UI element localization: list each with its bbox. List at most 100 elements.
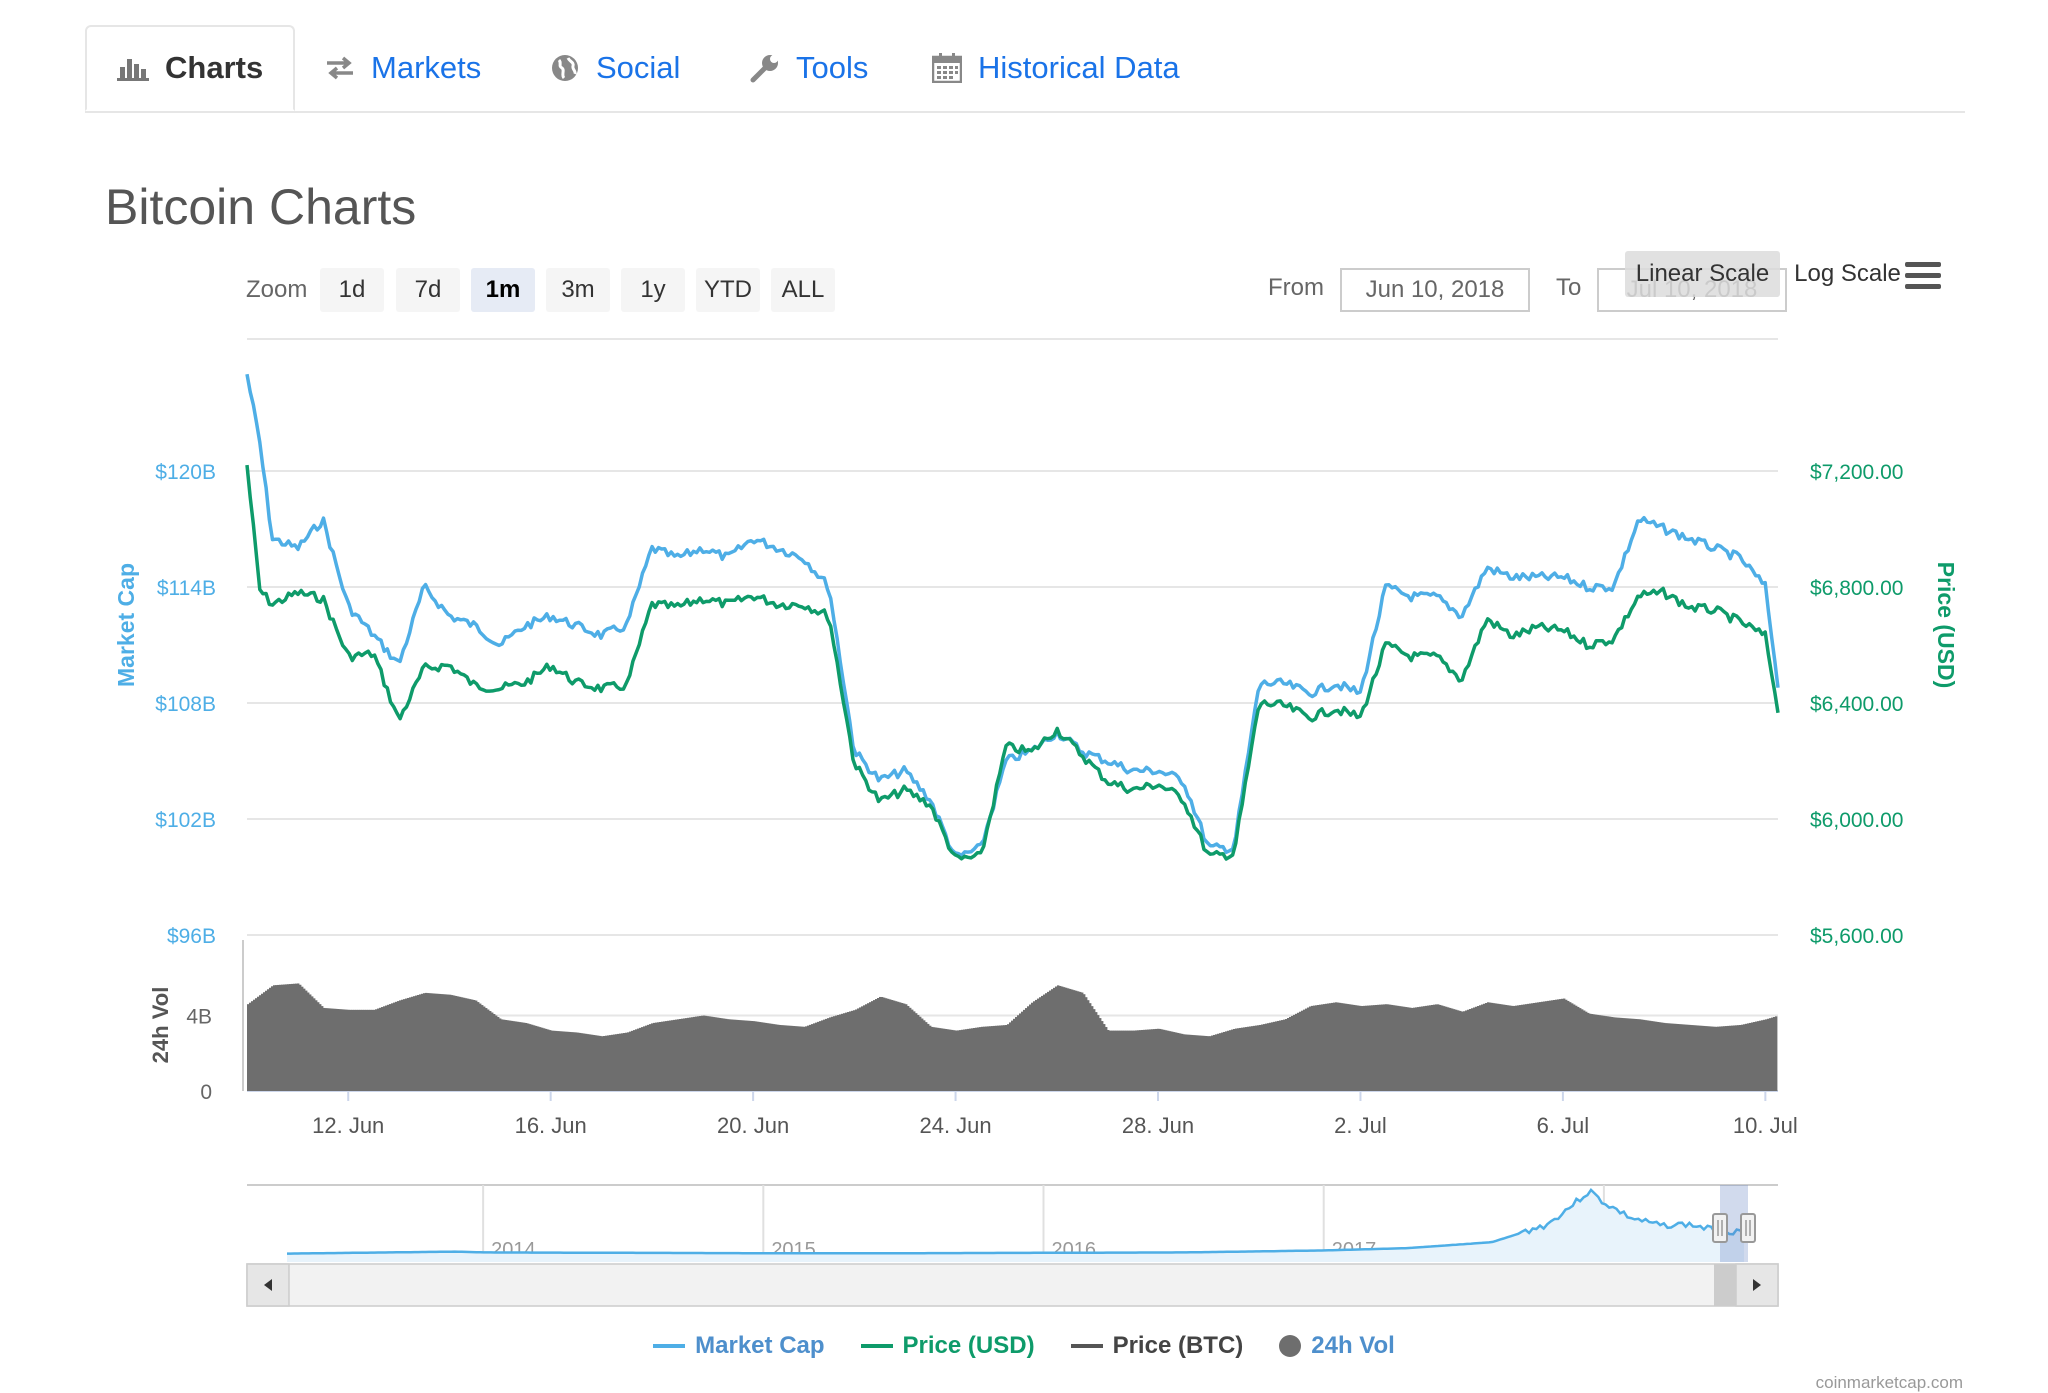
volume-bar bbox=[1101, 1021, 1104, 1091]
volume-bar bbox=[735, 1019, 738, 1091]
volume-bar bbox=[939, 1028, 942, 1091]
volume-bar bbox=[1553, 999, 1556, 1091]
volume-bar bbox=[461, 997, 464, 1091]
zoom-3m-button[interactable]: 3m bbox=[546, 268, 610, 312]
volume-bar bbox=[779, 1024, 782, 1091]
volume-bar bbox=[911, 1009, 914, 1091]
navigator-year-label: 2015 bbox=[771, 1239, 816, 1261]
volume-bar bbox=[1021, 1011, 1024, 1091]
volume-bar bbox=[1115, 1030, 1118, 1091]
volume-bar bbox=[1123, 1030, 1126, 1091]
legend-item-price-btc[interactable]: Price (BTC) bbox=[1070, 1332, 1243, 1360]
volume-bar bbox=[307, 992, 310, 1091]
volume-bar bbox=[421, 993, 424, 1091]
volume-bar bbox=[1099, 1018, 1102, 1091]
zoom-all-button[interactable]: ALL bbox=[771, 268, 835, 312]
tab-tools[interactable]: Tools bbox=[750, 25, 868, 111]
legend-line-marker bbox=[860, 1344, 893, 1348]
volume-bar bbox=[565, 1031, 568, 1091]
volume-bar bbox=[1453, 1009, 1456, 1091]
volume-bar bbox=[1393, 1005, 1396, 1091]
tab-historical-data[interactable]: Historical Data bbox=[932, 25, 1180, 111]
volume-bar bbox=[1721, 1026, 1724, 1091]
volume-bar bbox=[997, 1025, 1000, 1091]
volume-bar bbox=[573, 1032, 576, 1091]
volume-bar bbox=[1271, 1022, 1274, 1091]
tab-markets[interactable]: Markets bbox=[325, 25, 481, 111]
volume-bar bbox=[1113, 1030, 1116, 1091]
volume-bar bbox=[1325, 1003, 1328, 1091]
volume-bar bbox=[485, 1008, 488, 1091]
legend-item-market-cap[interactable]: Market Cap bbox=[653, 1332, 825, 1360]
volume-bar bbox=[1683, 1024, 1686, 1091]
legend-item-price-usd[interactable]: Price (USD) bbox=[860, 1332, 1035, 1360]
linear-scale-button[interactable]: Linear Scale bbox=[1625, 251, 1780, 297]
volume-bar bbox=[1073, 990, 1076, 1091]
volume-bar bbox=[767, 1023, 770, 1091]
navigator-left-handle bbox=[1712, 1213, 1728, 1243]
volume-bar bbox=[1761, 1020, 1764, 1091]
volume-bar bbox=[969, 1028, 972, 1091]
volume-bar bbox=[311, 996, 314, 1091]
volume-bar bbox=[1495, 1003, 1498, 1091]
volume-bar bbox=[907, 1006, 910, 1091]
volume-bar bbox=[665, 1021, 668, 1091]
tab-charts[interactable]: Charts bbox=[85, 25, 296, 111]
zoom-1d-button[interactable]: 1d bbox=[320, 268, 384, 312]
price-usd-tick-label: $6,000.00 bbox=[1810, 809, 1903, 832]
volume-bar bbox=[1023, 1009, 1026, 1091]
from-date-input[interactable]: Jun 10, 2018 bbox=[1340, 268, 1530, 312]
volume-bar bbox=[919, 1016, 922, 1091]
volume-tick-label: 4B bbox=[186, 1006, 212, 1029]
volume-bar bbox=[703, 1015, 706, 1091]
volume-bar bbox=[429, 993, 432, 1091]
volume-bar bbox=[1295, 1013, 1298, 1091]
volume-bar bbox=[1717, 1026, 1720, 1091]
volume-bar bbox=[715, 1017, 718, 1091]
volume-bar bbox=[1129, 1030, 1132, 1091]
volume-bar bbox=[1037, 998, 1040, 1091]
volume-bar bbox=[467, 998, 470, 1091]
volume-bar bbox=[895, 1001, 898, 1091]
volume-bar bbox=[783, 1025, 786, 1091]
volume-bar bbox=[1455, 1009, 1458, 1091]
price-usd-axis-title: Price (USD) bbox=[1933, 562, 1959, 689]
volume-bar bbox=[393, 1002, 396, 1091]
from-label: From bbox=[1268, 274, 1324, 301]
volume-bar bbox=[1441, 1005, 1444, 1091]
volume-bar bbox=[759, 1022, 762, 1091]
volume-bar bbox=[441, 994, 444, 1091]
volume-bar bbox=[405, 998, 408, 1091]
volume-bar bbox=[1035, 999, 1038, 1091]
volume-bar bbox=[617, 1033, 620, 1091]
volume-bar bbox=[881, 997, 884, 1091]
zoom-ytd-button[interactable]: YTD bbox=[696, 268, 760, 312]
volume-bar bbox=[841, 1013, 844, 1091]
volume-bar bbox=[1253, 1025, 1256, 1091]
credit-link[interactable]: coinmarketcap.com bbox=[1816, 1373, 1963, 1393]
volume-bar bbox=[827, 1018, 830, 1091]
zoom-1y-button[interactable]: 1y bbox=[621, 268, 685, 312]
volume-bar bbox=[1769, 1018, 1772, 1091]
tab-social[interactable]: Social bbox=[550, 25, 680, 111]
volume-bar bbox=[469, 999, 472, 1091]
volume-bar bbox=[1161, 1029, 1164, 1091]
volume-bar bbox=[1341, 1003, 1344, 1091]
volume-bar bbox=[1767, 1018, 1770, 1091]
log-scale-button[interactable]: Log Scale bbox=[1790, 251, 1905, 297]
chart-menu-icon[interactable] bbox=[1905, 262, 1941, 292]
volume-bar bbox=[669, 1020, 672, 1091]
zoom-7d-button[interactable]: 7d bbox=[396, 268, 460, 312]
volume-bar bbox=[1165, 1030, 1168, 1091]
volume-bar bbox=[805, 1026, 808, 1091]
volume-bar bbox=[1541, 1001, 1544, 1091]
exchange-arrows-icon bbox=[325, 56, 355, 80]
volume-bar bbox=[1057, 985, 1060, 1091]
legend-item-24h-vol[interactable]: 24h Vol bbox=[1279, 1332, 1395, 1360]
volume-bar bbox=[1509, 1005, 1512, 1091]
volume-bar bbox=[1025, 1008, 1028, 1091]
volume-bar bbox=[1323, 1004, 1326, 1091]
zoom-1m-button[interactable]: 1m bbox=[471, 268, 535, 312]
volume-bar bbox=[867, 1003, 870, 1091]
volume-bar bbox=[517, 1021, 520, 1091]
